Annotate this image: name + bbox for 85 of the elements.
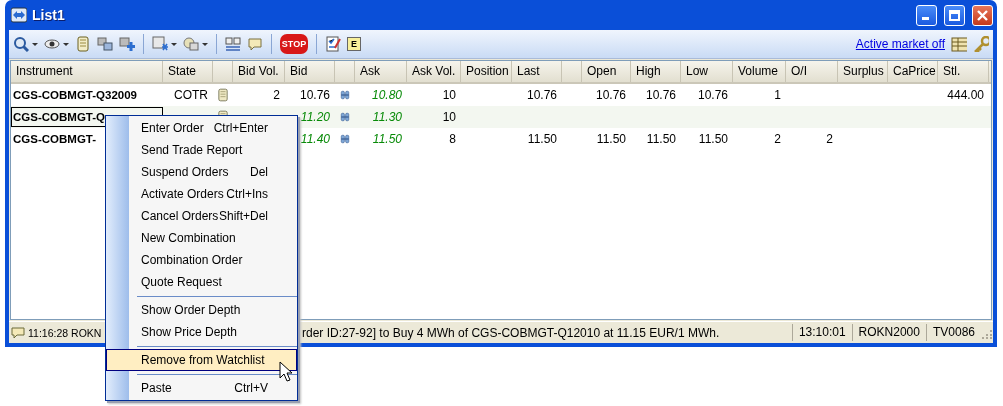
table-cell-text: 11.30 [371, 109, 403, 126]
column-header[interactable]: O/I [786, 61, 838, 82]
minimize-button[interactable] [916, 4, 937, 26]
column-header[interactable]: Position [461, 61, 512, 82]
search-icon[interactable] [13, 36, 29, 52]
active-market-link[interactable]: Active market off [855, 37, 945, 51]
table-cell-text: 2 [272, 87, 281, 104]
stop-button[interactable]: STOP [280, 34, 308, 54]
menu-item[interactable]: Show Price Depth [106, 321, 297, 343]
list-icon[interactable] [225, 36, 241, 52]
column-header[interactable]: State [163, 61, 213, 82]
column-header[interactable]: Stl. [938, 61, 989, 82]
table-icon[interactable] [951, 36, 967, 52]
menu-item[interactable]: Cancel OrdersShift+Del [106, 205, 297, 227]
table-cell-text: 10.76 [298, 87, 331, 104]
menu-item[interactable]: Combination Order [106, 249, 297, 271]
table-cell-text: 11.50 [371, 131, 403, 148]
column-header[interactable]: Volume [733, 61, 786, 82]
caret-icon[interactable] [171, 42, 177, 46]
column-header[interactable]: CaPrice [888, 61, 938, 82]
table-cell-text: CGS-COBMGT- [12, 132, 98, 147]
menu-item[interactable]: Activate Orders Ctrl+Ins [106, 183, 297, 205]
status-account: ROKN2000 [851, 324, 926, 341]
e-button[interactable]: E [347, 37, 361, 51]
cursor-icon [279, 361, 293, 383]
column-header[interactable]: Low [681, 61, 733, 82]
table-cell-text: 444.00 [946, 87, 985, 104]
column-header[interactable]: Open [582, 61, 631, 82]
table-cell-text: 8 [448, 131, 457, 148]
maximize-button[interactable] [944, 4, 965, 26]
status-terminal: TV0086 [925, 324, 981, 341]
caret-icon[interactable] [63, 42, 69, 46]
table-cell-text: 10.76 [525, 87, 558, 104]
maximize-icon[interactable] [949, 9, 960, 21]
menu-item[interactable]: New Combination [106, 227, 297, 249]
caret-icon[interactable] [32, 42, 38, 46]
column-header[interactable]: Bid Vol. [233, 61, 285, 82]
column-header[interactable]: Ask Vol. [407, 61, 461, 82]
column-header[interactable]: Instrument [11, 61, 163, 82]
column-header[interactable]: Surplus [838, 61, 888, 82]
menu-item[interactable]: Quote Request [106, 271, 297, 293]
caret-icon[interactable] [202, 42, 208, 46]
column-header[interactable]: Last [512, 61, 562, 82]
table-cell-text: 11.50 [645, 131, 677, 148]
key-icon[interactable] [973, 36, 989, 52]
window-title: List1 [32, 7, 65, 23]
status-user: ROKN [71, 326, 102, 339]
table-cell-text: 10.76 [696, 87, 729, 104]
column-header[interactable]: High [631, 61, 681, 82]
speech-bubble-icon[interactable] [247, 36, 263, 52]
table-cell-text: 10.76 [594, 87, 627, 104]
status-message: rder ID:27-92] to Buy 4 MWh of CGS-COBMGT-Q12010 at 11.15 EUR/1 MWh. [301, 325, 721, 340]
table-cell-text: 2 [773, 131, 782, 148]
status-server-time: 13:10:01 [791, 324, 852, 341]
close-icon[interactable] [977, 9, 988, 21]
table-cell-text: 11.50 [697, 131, 729, 148]
menu-item[interactable]: Remove from Watchlist [106, 349, 297, 371]
column-header[interactable]: Bid [285, 61, 335, 82]
table-cell-text: 11.20 [299, 109, 331, 126]
eye-icon[interactable] [44, 36, 60, 52]
table-cell-text: CGS-COBMGT-Q32009 [12, 88, 138, 103]
card-plus-icon[interactable] [119, 36, 135, 52]
notebook-icon[interactable] [75, 36, 91, 52]
menu-item[interactable]: Enter Order Ctrl+Enter [106, 117, 297, 139]
table-cell-text: 11.50 [595, 131, 627, 148]
app-icon [11, 7, 27, 23]
menu-item[interactable]: Send Trade Report [106, 139, 297, 161]
table-cell-text: 10 [441, 87, 457, 104]
table-cell-text: COTR [173, 87, 209, 104]
table-cell-text: 10.80 [370, 87, 403, 104]
speech-bubble-icon[interactable] [11, 325, 25, 340]
cards-icon[interactable] [97, 36, 113, 52]
table-cell-text: 11.40 [299, 131, 331, 148]
table-cell-text: 10.76 [644, 87, 677, 104]
table-cell-text: 2 [825, 131, 834, 148]
menu-item[interactable]: Suspend Orders Del [106, 161, 297, 183]
menu-item[interactable]: Show Order Depth [106, 299, 297, 321]
status-time: 11:16:28 [28, 326, 69, 339]
checklist-icon[interactable] [325, 36, 341, 52]
menu-item[interactable]: Paste Ctrl+V [106, 377, 297, 399]
close-button[interactable] [972, 4, 993, 26]
table-cell-text: 1 [773, 87, 782, 104]
table-cell-text: 10 [441, 109, 457, 126]
table-cell-text: 11.50 [526, 131, 558, 148]
column-header[interactable]: Ask [355, 61, 407, 82]
